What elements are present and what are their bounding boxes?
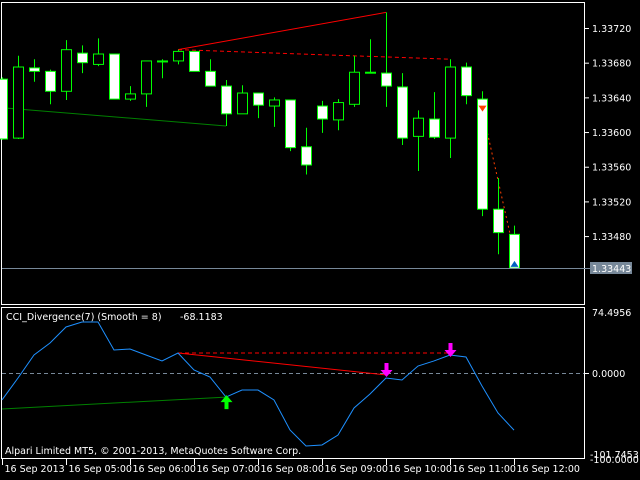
candle-bear — [397, 86, 408, 139]
candle-bull — [237, 92, 248, 115]
candle-bull — [349, 71, 360, 105]
candle-bull — [173, 50, 184, 62]
time-tick-label: 16 Sep 12:00 — [517, 464, 580, 475]
price-tick-label: 1.33680 — [592, 59, 631, 70]
candle-bear — [429, 118, 440, 138]
candle-bear — [205, 70, 216, 87]
candle-bear — [253, 92, 264, 106]
time-tick-label: 16 Sep 10:00 — [389, 464, 452, 475]
candle-bull — [445, 66, 456, 139]
candle-bear — [493, 208, 504, 234]
candle-bear — [381, 72, 392, 87]
candle-bull — [61, 49, 72, 92]
candle-bear — [221, 85, 232, 115]
candle-bull — [141, 60, 152, 95]
time-tick-label: 16 Sep 08:00 — [261, 464, 324, 475]
candle-bear — [285, 99, 296, 149]
price-tick-label: 1.33640 — [592, 93, 631, 104]
candle-bull — [13, 66, 24, 139]
indicator-value: -68.1183 — [180, 312, 223, 323]
candle-bull — [269, 99, 280, 107]
background — [0, 0, 640, 480]
candle-bear — [29, 67, 40, 72]
cci-zero-label: 0.0000 — [592, 369, 625, 380]
copyright-text: Alpari Limited MT5, © 2001-2013, MetaQuo… — [5, 446, 301, 457]
price-tick-label: 1.33520 — [592, 197, 631, 208]
candle-bear — [477, 98, 488, 210]
time-tick-label: 16 Sep 05:00 — [69, 464, 132, 475]
time-tick-label: 16 Sep 11:00 — [453, 464, 516, 475]
candle-bear — [0, 78, 8, 140]
time-tick-label: 16 Sep 06:00 — [133, 464, 196, 475]
candle-bear — [157, 60, 168, 63]
candle-bull — [93, 53, 104, 65]
price-tick-label: 1.33720 — [592, 24, 631, 35]
candle-bull — [125, 93, 136, 100]
candle-bear — [77, 52, 88, 64]
candle-bear — [365, 71, 376, 74]
candle-bear — [301, 146, 312, 166]
candle-bear — [45, 70, 56, 92]
price-tick-label: 1.33480 — [592, 232, 631, 243]
candle-bear — [109, 53, 120, 100]
candle-bear — [461, 66, 472, 97]
trading-chart[interactable]: CCI_Divergence(7) (Smooth = 8) -68.1183 … — [0, 0, 640, 480]
candle-bear — [189, 50, 200, 72]
price-tick-label: 1.33600 — [592, 128, 631, 139]
candle-bull — [413, 117, 424, 137]
time-tick-label: 16 Sep 2013 — [5, 464, 65, 475]
time-tick-label: 16 Sep 07:00 — [197, 464, 260, 475]
indicator-title: CCI_Divergence(7) (Smooth = 8) — [6, 312, 162, 323]
time-tick-label: 16 Sep 09:00 — [325, 464, 388, 475]
candle-bull — [333, 102, 344, 121]
price-tick-label: 1.33560 — [592, 163, 631, 174]
current-price-label: 1.33443 — [592, 264, 631, 275]
cci-min2-label: -100.0000 — [590, 455, 639, 466]
cci-max-label: 74.4956 — [592, 308, 631, 319]
candle-bear — [317, 105, 328, 120]
